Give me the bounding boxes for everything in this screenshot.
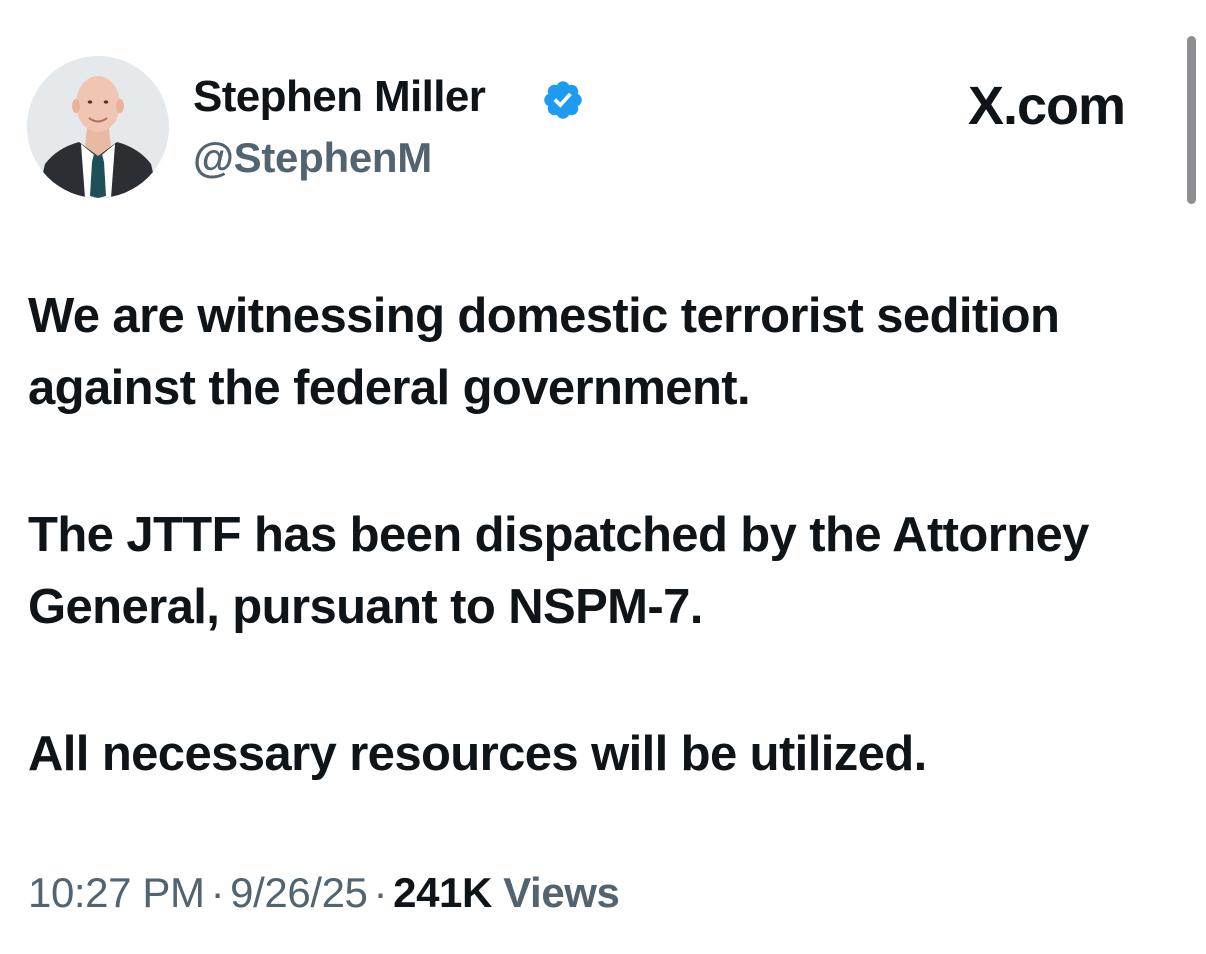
views-count: 241K bbox=[393, 869, 492, 916]
meta-separator: · bbox=[373, 869, 388, 916]
tweet-text: We are witnessing domestic terrorist sed… bbox=[28, 280, 1178, 865]
tweet-date[interactable]: 9/26/25 bbox=[230, 869, 368, 916]
tweet-paragraph: All necessary resources will be utilized… bbox=[28, 727, 927, 781]
author-display-name[interactable]: Stephen Miller bbox=[193, 70, 486, 124]
meta-separator: · bbox=[210, 869, 225, 916]
scrollbar[interactable] bbox=[1187, 36, 1196, 204]
views-label: Views bbox=[503, 869, 620, 916]
verified-badge-icon bbox=[544, 81, 582, 119]
avatar[interactable] bbox=[27, 56, 169, 198]
avatar-image bbox=[27, 56, 169, 198]
tweet-time[interactable]: 10:27 PM bbox=[28, 869, 205, 916]
author-handle[interactable]: @StephenM bbox=[193, 132, 432, 184]
x-com-logo: X.com bbox=[968, 76, 1126, 136]
tweet-paragraph: The JTTF has been dispatched by the Atto… bbox=[28, 508, 1089, 634]
tweet-paragraph: We are witnessing domestic terrorist sed… bbox=[28, 289, 1060, 415]
tweet-meta: 10:27 PM · 9/26/25 · 241K Views bbox=[28, 862, 620, 924]
